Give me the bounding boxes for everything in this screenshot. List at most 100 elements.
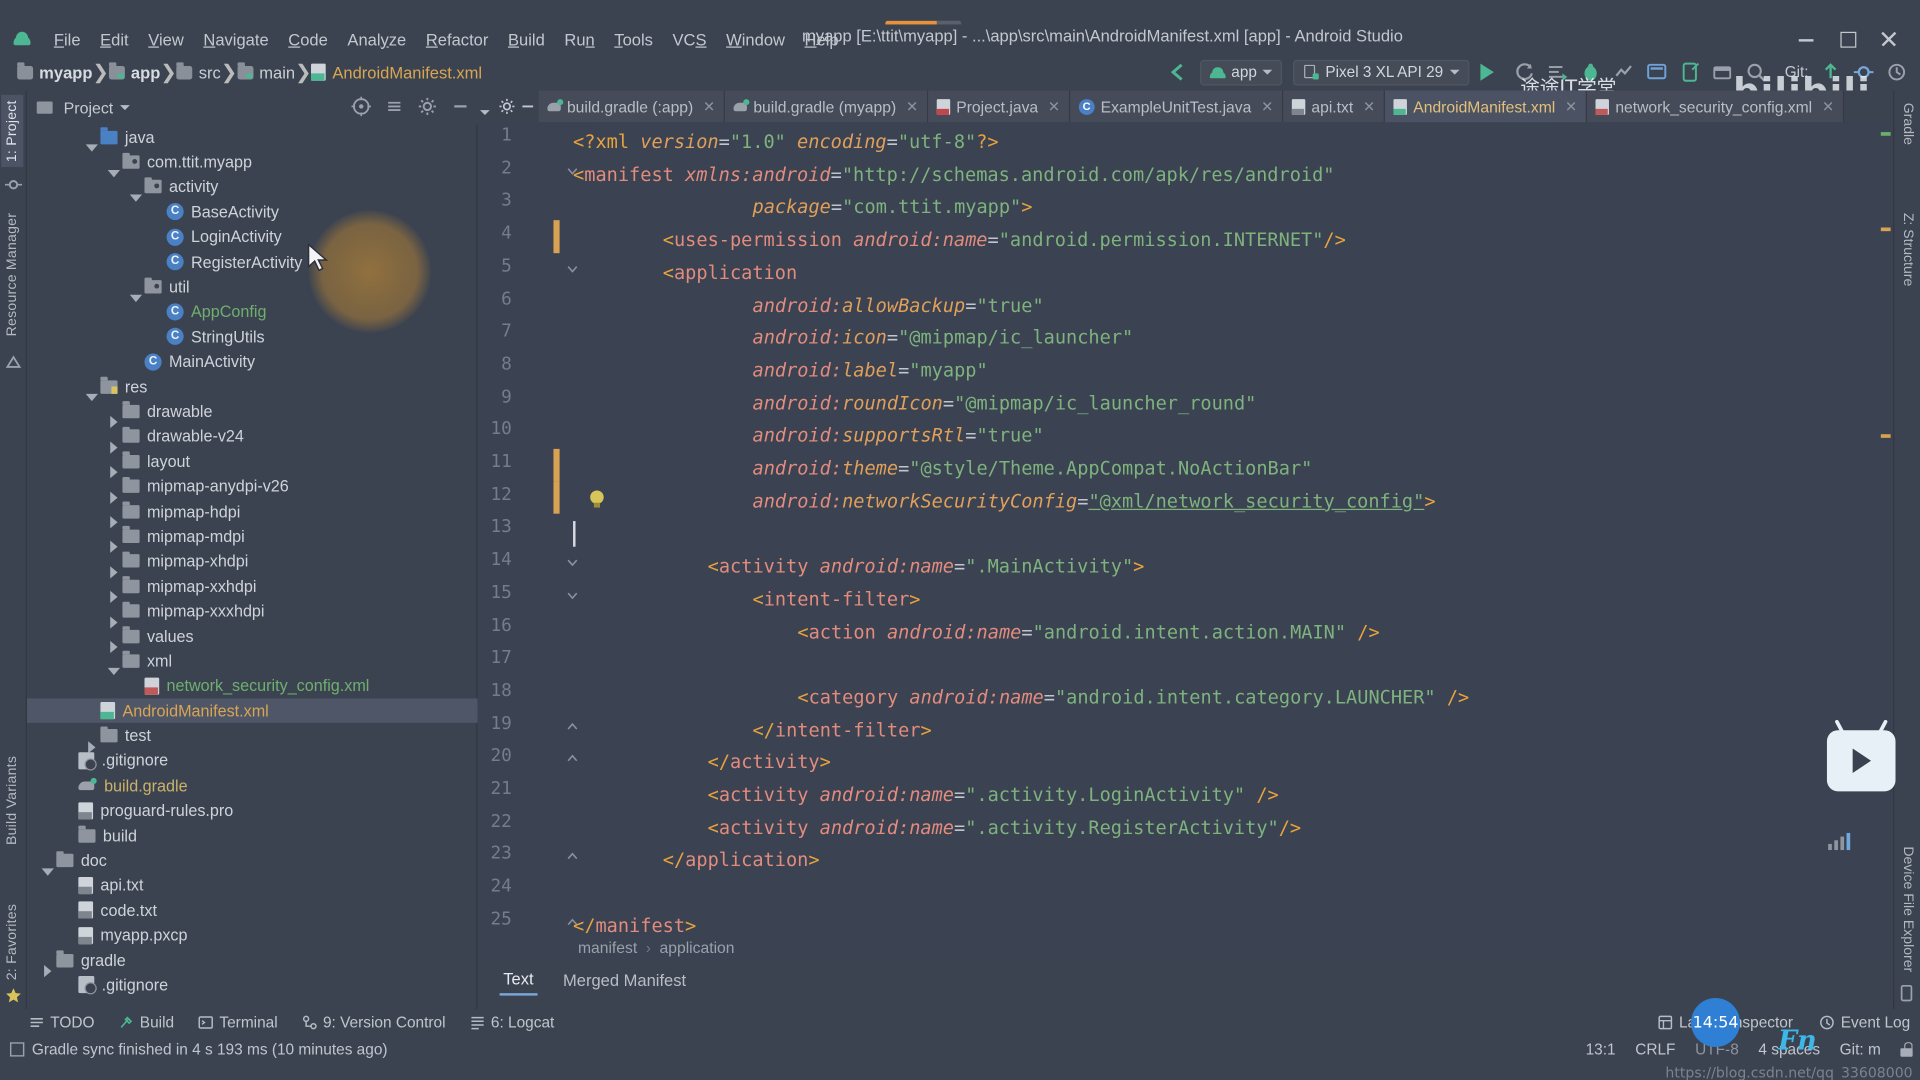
tree-item-layout[interactable]: layout [27,449,478,479]
tree-item-test[interactable]: test [27,723,478,753]
menu-tools[interactable]: Tools [605,28,663,51]
menu-analyze[interactable]: Analyze [338,28,416,51]
caret-position[interactable]: 13:1 [1586,1041,1616,1058]
tree-item-mipmap-mdpi[interactable]: mipmap-mdpi [27,524,478,554]
vcs-change-marker[interactable] [553,220,560,253]
tree-item-gradle[interactable]: gradle [27,948,478,978]
tree-item-mipmap-anydpi-v26[interactable]: mipmap-anydpi-v26 [27,474,478,504]
close-tab-icon[interactable]: ✕ [703,98,715,115]
editor-gutter[interactable]: 1 2 3 4 5 6 7 8 9 10 11 12 13 14 15 16 17 18 19 20 21 22 23 24 2… [477,122,588,934]
breadcrumb-app[interactable]: app [108,62,160,81]
close-tab-icon[interactable]: ✕ [906,98,918,115]
line-separator[interactable]: CRLF [1635,1041,1675,1058]
tool-tab-favorites[interactable]: 2: Favorites [1,898,23,984]
tree-item-proguard-rules-pro[interactable]: proguard-rules.pro [27,798,478,823]
vcs-commit-icon[interactable] [1853,61,1875,83]
breadcrumb-application-node[interactable]: application [660,938,735,956]
tree-item-mipmap-xxhdpi[interactable]: mipmap-xxhdpi [27,574,478,604]
vcs-change-marker[interactable] [553,448,560,482]
menu-code[interactable]: Code [278,28,337,51]
tree-item-mipmap-xhdpi[interactable]: mipmap-xhdpi [27,549,478,579]
breadcrumb-androidmanifest[interactable]: AndroidManifest.xml [311,63,482,81]
tree-item-gitignore[interactable]: .gitignore [27,973,478,998]
editor-tab-api-txt[interactable]: api.txt ✕ [1283,90,1386,123]
tree-item-androidmanifest-xml[interactable]: AndroidManifest.xml [26,698,478,724]
close-tab-icon[interactable]: ✕ [1363,98,1375,115]
editor-settings-gear-icon[interactable] [498,98,515,115]
close-icon[interactable] [1881,31,1898,48]
maximize-icon[interactable] [1839,31,1857,48]
lock-icon[interactable] [1900,1042,1913,1057]
tree-item-java[interactable]: java [27,125,478,152]
editor-tab-network-security-config-xml[interactable]: network_security_config.xml ✕ [1587,90,1845,123]
tree-item-res[interactable]: res [27,374,478,402]
tree-item-myapp-pxcp[interactable]: myapp.pxcp [27,923,478,948]
tree-item-xml[interactable]: xml [27,648,478,676]
tree-item-values[interactable]: values [27,624,478,654]
tree-item-build-gradle[interactable]: build.gradle [27,773,478,798]
editor-code-area[interactable]: <?xml version="1.0" encoding="utf-8"?> <m… [573,122,1893,933]
tree-item-mipmap-xxxhdpi[interactable]: mipmap-xxxhdpi [27,599,478,629]
menu-file[interactable]: File [44,28,90,51]
tree-item-registeractivity[interactable]: C RegisterActivity [27,249,478,274]
back-arrow-icon[interactable] [1166,61,1188,83]
tree-item-appconfig[interactable]: C AppConfig [27,299,478,324]
editor-tab-build-gradle-app[interactable]: build.gradle (:app) ✕ [538,90,726,123]
favorites-star-icon[interactable] [5,987,22,1004]
close-tab-icon[interactable]: ✕ [1822,98,1834,115]
chevron-down-icon[interactable] [120,105,131,111]
editor-marker-bar[interactable] [1878,122,1894,934]
hide-panel-icon[interactable] [451,97,471,117]
menu-window[interactable]: Window [716,28,794,51]
tool-tab-build-variants[interactable]: Build Variants [1,751,23,850]
tool-button-event-log[interactable]: Event Log [1820,1014,1910,1031]
tree-item-code-txt[interactable]: code.txt [27,898,478,923]
editor-tab-project-java[interactable]: Project.java ✕ [928,90,1071,123]
tree-item-baseactivity[interactable]: C BaseActivity [27,200,478,225]
menu-navigate[interactable]: Navigate [194,28,279,51]
intention-bulb-icon[interactable] [589,490,605,508]
status-bar-toggle-icon[interactable] [9,1042,25,1057]
tab-list-chevron-icon[interactable] [479,99,495,115]
device-selector[interactable]: Pixel 3 XL API 29 [1293,59,1469,86]
run-configuration-selector[interactable]: app [1199,59,1283,86]
collapse-all-icon[interactable] [384,97,404,117]
minimize-icon[interactable] [1798,31,1815,48]
menu-view[interactable]: View [138,28,193,51]
commit-tool-icon[interactable] [4,176,23,193]
tool-tab-resource-manager[interactable]: Resource Manager [1,208,23,341]
project-file-tree[interactable]: java com.ttit.myapp activity C BaseActivity C… [26,125,478,1009]
editor-tab-build-gradle-myapp[interactable]: build.gradle (myapp) ✕ [725,90,929,123]
vcs-history-icon[interactable] [1886,61,1908,83]
tree-item-mainactivity[interactable]: C MainActivity [27,349,478,374]
breadcrumb-main[interactable]: main [237,62,295,81]
tool-tab-structure[interactable]: Z: Structure [1897,208,1919,291]
tree-item-util[interactable]: util [27,274,478,302]
tool-button-terminal[interactable]: Terminal [198,1014,278,1031]
tree-item-api-txt[interactable]: api.txt [27,873,478,898]
tree-item-drawable-v24[interactable]: drawable-v24 [27,424,478,454]
tree-item-com-ttit-myapp[interactable]: com.ttit.myapp [27,150,478,177]
avd-manager-icon[interactable] [1678,61,1700,83]
tool-button-todo[interactable]: TODO [29,1014,94,1031]
editor-tab-exampleunittest-java[interactable]: C ExampleUnitTest.java ✕ [1070,90,1284,123]
close-tab-icon[interactable]: ✕ [1048,98,1060,115]
git-branch[interactable]: Git: m [1840,1041,1881,1058]
build-variants-icon[interactable] [5,353,22,370]
vcs-change-marker[interactable] [553,481,560,515]
editor-breadcrumb[interactable]: manifest › application [477,933,1894,961]
tree-item-doc[interactable]: doc [27,848,478,876]
vcs-update-icon[interactable] [1820,61,1842,83]
hide-editor-icon[interactable] [520,98,537,115]
breadcrumb-manifest-node[interactable]: manifest [578,938,637,956]
tree-item-mipmap-hdpi[interactable]: mipmap-hdpi [27,499,478,529]
menu-build[interactable]: Build [498,28,554,51]
tree-item-activity[interactable]: activity [27,175,478,202]
tab-merged-manifest[interactable]: Merged Manifest [559,966,689,994]
tool-tab-device-file-explorer[interactable]: Device File Explorer [1897,842,1919,978]
menu-edit[interactable]: Edit [90,28,138,51]
tree-item-build[interactable]: build [27,823,478,848]
sdk-manager-icon[interactable] [1645,61,1667,83]
tool-tab-gradle[interactable]: Gradle [1897,98,1919,150]
tool-button-build[interactable]: Build [119,1014,174,1031]
